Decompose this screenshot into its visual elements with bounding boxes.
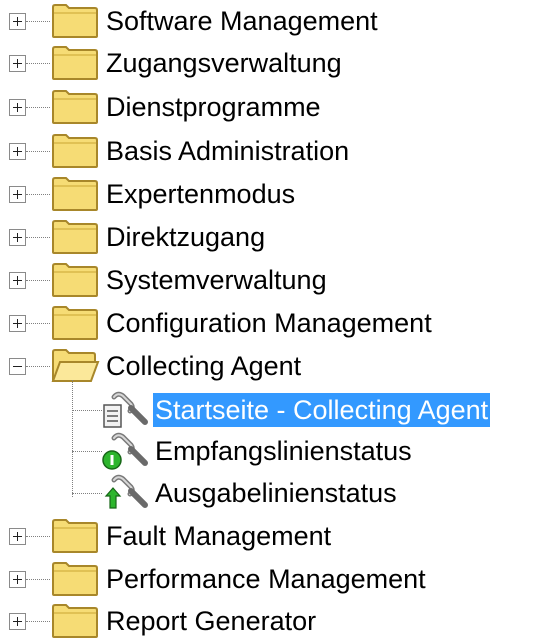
tree-connector <box>26 63 50 64</box>
folder-icon <box>52 604 98 638</box>
tree-item-label: Fault Management <box>106 521 332 551</box>
expand-button[interactable] <box>9 315 26 332</box>
folder-icon <box>52 90 98 124</box>
tree-item-label: Report Generator <box>106 606 317 636</box>
expand-button[interactable] <box>9 99 26 116</box>
expand-button[interactable] <box>9 571 26 588</box>
tree-connector <box>26 21 50 22</box>
tree-connector <box>26 621 50 622</box>
tree-child-label: Startseite - Collecting Agent <box>153 393 491 427</box>
folder-icon <box>52 220 98 254</box>
tree-connector <box>26 280 50 281</box>
folder-icon <box>52 263 98 297</box>
expand-button[interactable] <box>9 613 26 630</box>
tree-item-basis-administration[interactable]: Basis Administration <box>0 130 554 172</box>
tree-item-expertenmodus[interactable]: Expertenmodus <box>0 173 554 215</box>
tree-child-startseite[interactable]: Startseite - Collecting Agent <box>0 389 554 431</box>
expand-button[interactable] <box>9 528 26 545</box>
expand-button[interactable] <box>9 186 26 203</box>
tree-item-label: Performance Management <box>106 564 426 594</box>
tree-child-label: Ausgabelinienstatus <box>155 478 397 508</box>
tree-item-systemverwaltung[interactable]: Systemverwaltung <box>0 259 554 301</box>
tree-item-configuration-management[interactable]: Configuration Management <box>0 302 554 344</box>
expand-button[interactable] <box>9 272 26 289</box>
tree-item-performance-management[interactable]: Performance Management <box>0 558 554 600</box>
tree-connector <box>26 536 50 537</box>
tree-connector <box>72 493 102 494</box>
tree-connector <box>72 410 102 411</box>
tree-connector <box>26 237 50 238</box>
folder-icon <box>52 562 98 596</box>
folder-icon <box>52 306 98 340</box>
tree-child-empfangslinienstatus[interactable]: Empfangslinienstatus <box>0 430 554 472</box>
tree-child-ausgabelinienstatus[interactable]: Ausgabelinienstatus <box>0 472 554 514</box>
output-status-icon <box>104 474 148 509</box>
expand-button[interactable] <box>9 143 26 160</box>
tree-connector <box>72 451 102 452</box>
tree-item-collecting-agent[interactable]: Collecting Agent <box>0 345 554 387</box>
folder-icon <box>52 177 98 211</box>
tree-item-fault-management[interactable]: Fault Management <box>0 515 554 557</box>
tree-connector <box>26 366 50 367</box>
tree-item-label: Zugangsverwaltung <box>106 48 342 78</box>
folder-icon <box>52 519 98 553</box>
open-folder-icon <box>51 349 100 382</box>
folder-icon <box>52 134 98 168</box>
tree-item-label: Collecting Agent <box>106 351 302 381</box>
folder-icon <box>52 46 98 80</box>
tree-item-direktzugang[interactable]: Direktzugang <box>0 216 554 258</box>
receive-status-icon <box>102 432 148 470</box>
folder-icon <box>52 4 98 38</box>
expand-button[interactable] <box>9 229 26 246</box>
tree-item-label: Systemverwaltung <box>106 265 327 295</box>
tree-item-label: Software Management <box>106 6 378 36</box>
tree-connector <box>26 323 50 324</box>
document-sound-icon <box>103 391 148 428</box>
tree-connector <box>26 107 50 108</box>
tree-connector <box>26 579 50 580</box>
collapse-button[interactable] <box>9 358 26 375</box>
expand-button[interactable] <box>9 13 26 30</box>
navigation-tree: Software Management Zugangsverwaltung Di… <box>0 0 554 644</box>
tree-connector <box>26 151 50 152</box>
tree-item-label: Expertenmodus <box>106 179 296 209</box>
tree-item-label: Direktzugang <box>106 222 266 252</box>
tree-item-zugangsverwaltung[interactable]: Zugangsverwaltung <box>0 42 554 84</box>
tree-item-dienstprogramme[interactable]: Dienstprogramme <box>0 86 554 128</box>
tree-item-report-generator[interactable]: Report Generator <box>0 600 554 642</box>
expand-button[interactable] <box>9 55 26 72</box>
tree-item-label: Dienstprogramme <box>106 92 321 122</box>
tree-item-label: Configuration Management <box>106 308 432 338</box>
tree-item-label: Basis Administration <box>106 136 350 166</box>
tree-connector <box>26 194 50 195</box>
tree-child-label: Empfangslinienstatus <box>155 436 412 466</box>
tree-item-software-management[interactable]: Software Management <box>0 0 554 42</box>
